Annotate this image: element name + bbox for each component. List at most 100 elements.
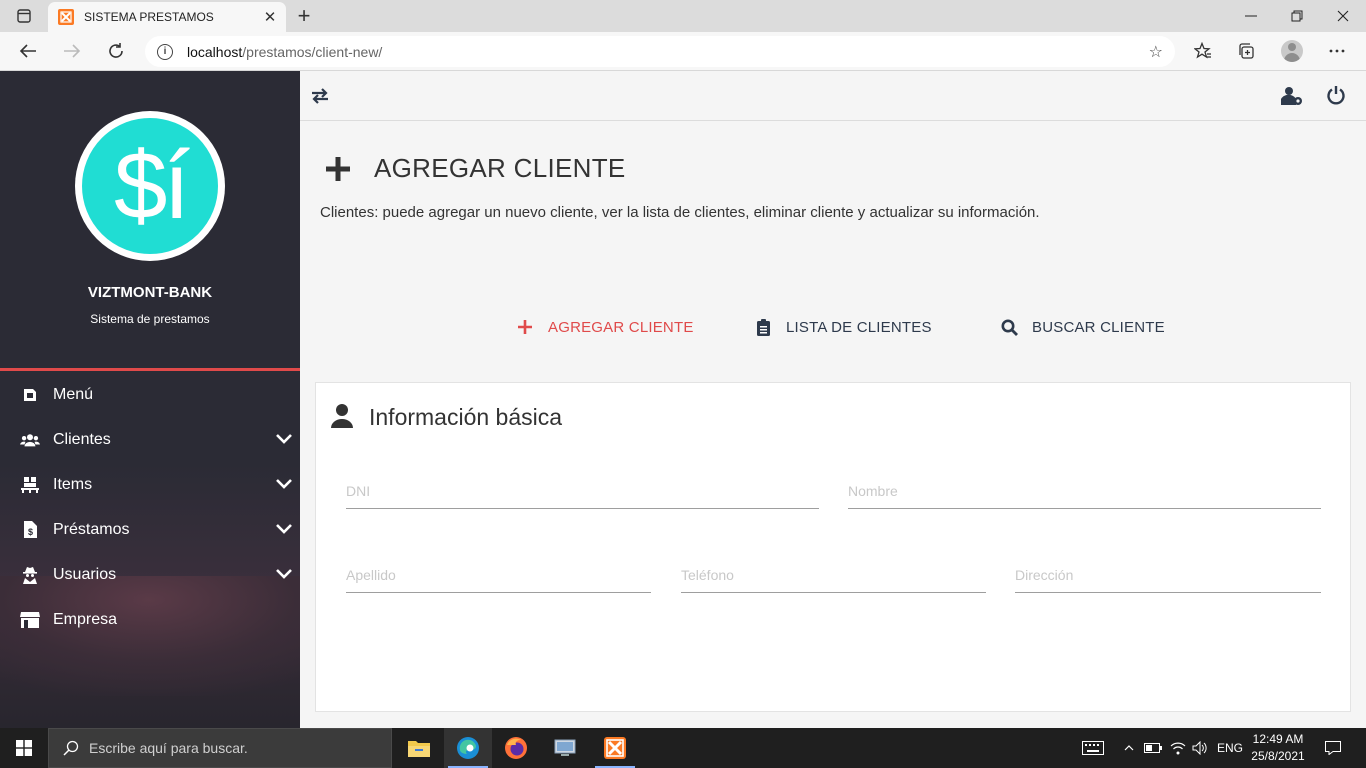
chevron-down-icon[interactable]: [274, 564, 294, 584]
taskbar-clock[interactable]: 12:49 AM 25/8/2021: [1245, 731, 1311, 765]
sidebar-item-label: Usuarios: [53, 565, 117, 583]
sidebar: $í VIZTMONT-BANK Sistema de prestamos Me…: [0, 71, 300, 728]
user-icon: [331, 404, 353, 428]
chevron-up-icon[interactable]: [1120, 728, 1138, 768]
sidebar-item-items[interactable]: Items: [0, 462, 300, 507]
users-icon: [20, 430, 40, 450]
chevron-down-icon[interactable]: [274, 519, 294, 539]
invoice-dollar-icon: $: [20, 520, 40, 540]
favorites-button[interactable]: [1188, 38, 1218, 64]
screen-app[interactable]: [541, 728, 589, 768]
action-label: BUSCAR CLIENTE: [1032, 318, 1165, 336]
settings-more-button[interactable]: [1322, 38, 1352, 64]
toggle-sidebar-exchange-icon[interactable]: [310, 86, 330, 106]
minimize-button[interactable]: [1228, 0, 1274, 32]
sidebar-item-prestamos[interactable]: $ Préstamos: [0, 507, 300, 552]
firefox-icon: [505, 737, 527, 759]
dni-input[interactable]: [346, 469, 819, 508]
folder-icon: [408, 741, 430, 757]
url-path: /prestamos/client-new/: [242, 43, 383, 60]
restore-button[interactable]: [1274, 0, 1320, 32]
edge-app[interactable]: [444, 728, 492, 768]
start-button[interactable]: [0, 728, 48, 768]
keyboard-tray-icon[interactable]: [1078, 728, 1108, 768]
dni-field: [346, 469, 819, 509]
logo-text: $í: [80, 116, 220, 256]
basic-info-card: Información básica: [315, 382, 1351, 712]
bank-logo: $í: [75, 111, 225, 261]
volume-icon[interactable]: [1190, 728, 1210, 768]
sidebar-item-label: Items: [53, 475, 93, 493]
taskbar-search-placeholder: Escribe aquí para buscar.: [89, 740, 248, 756]
pallet-icon: [20, 475, 40, 495]
address-bar[interactable]: i localhost/prestamos/client-new/ ☆: [145, 36, 1175, 67]
search-icon: [63, 740, 79, 756]
power-logout-icon[interactable]: [1326, 85, 1346, 105]
taskbar-search[interactable]: Escribe aquí para buscar.: [48, 728, 392, 768]
svg-text:$: $: [27, 527, 32, 537]
nombre-input[interactable]: [848, 469, 1321, 508]
bank-subtitle: Sistema de prestamos: [90, 312, 210, 326]
battery-icon[interactable]: [1143, 728, 1163, 768]
apellido-input[interactable]: [346, 553, 651, 592]
browser-tabbar: SISTEMA PRESTAMOS ✕ +: [0, 0, 1366, 32]
sidebar-item-clientes[interactable]: Clientes: [0, 417, 300, 462]
apellido-field: [346, 553, 651, 593]
add-favorite-icon[interactable]: ☆: [1149, 42, 1163, 62]
browser-tab[interactable]: SISTEMA PRESTAMOS ✕: [48, 2, 286, 32]
forward-button[interactable]: [57, 38, 87, 64]
edge-browser-icon: [457, 737, 479, 759]
language-indicator[interactable]: ENG: [1214, 728, 1246, 768]
url-host: localhost: [187, 43, 243, 60]
sidebar-item-label: Menú: [53, 385, 94, 403]
chevron-down-icon[interactable]: [274, 474, 294, 494]
direccion-field: [1015, 553, 1321, 593]
sidebar-item-label: Préstamos: [53, 520, 130, 538]
top-bar: [300, 71, 1366, 121]
firefox-app[interactable]: [492, 728, 540, 768]
sidebar-item-empresa[interactable]: Empresa: [0, 597, 300, 642]
file-explorer-app[interactable]: [395, 728, 443, 768]
user-settings-icon[interactable]: [1281, 86, 1303, 106]
tab-close-icon[interactable]: ✕: [258, 5, 282, 29]
page-title: AGREGAR CLIENTE: [374, 153, 626, 183]
lista-clientes-link[interactable]: LISTA DE CLIENTES: [754, 316, 932, 338]
buscar-cliente-link[interactable]: BUSCAR CLIENTE: [1000, 316, 1165, 338]
close-window-button[interactable]: [1320, 0, 1366, 32]
minimize-icon: [1245, 15, 1257, 17]
section-title: Información básica: [369, 404, 563, 430]
action-label: LISTA DE CLIENTES: [786, 318, 932, 336]
tab-title: SISTEMA PRESTAMOS: [84, 10, 214, 24]
monitor-app-icon: [554, 739, 576, 756]
collections-button[interactable]: [1231, 38, 1261, 64]
windows-logo-icon: [16, 740, 32, 756]
wifi-icon[interactable]: [1168, 728, 1188, 768]
store-icon: [20, 610, 40, 630]
tab-actions-button[interactable]: [10, 6, 38, 26]
nombre-field: [848, 469, 1321, 509]
close-icon: [1337, 10, 1349, 22]
more-dots-icon: [1329, 49, 1345, 53]
reload-button[interactable]: [101, 38, 131, 64]
sidebar-item-usuarios[interactable]: Usuarios: [0, 552, 300, 597]
sidebar-item-menu[interactable]: Menú: [0, 372, 300, 417]
new-tab-button[interactable]: +: [290, 3, 318, 28]
back-button[interactable]: [13, 38, 43, 64]
direccion-input[interactable]: [1015, 553, 1321, 592]
windows-taskbar: Escribe aquí para buscar. ENG 12:49 AM 2…: [0, 728, 1366, 768]
xampp-app[interactable]: [591, 728, 639, 768]
telefono-input[interactable]: [681, 553, 986, 592]
telefono-field: [681, 553, 986, 593]
dashboard-icon: [20, 385, 40, 405]
clipboard-list-icon: [754, 318, 772, 336]
arrow-left-icon: [19, 44, 36, 58]
info-icon[interactable]: i: [157, 43, 173, 60]
agregar-cliente-link[interactable]: AGREGAR CLIENTE: [516, 316, 694, 338]
plus-icon: [516, 318, 534, 336]
notifications-icon[interactable]: [1318, 728, 1348, 768]
tab-actions-icon: [17, 9, 31, 23]
chevron-down-icon[interactable]: [274, 429, 294, 449]
profile-avatar[interactable]: [1281, 40, 1303, 62]
restore-icon: [1291, 10, 1303, 22]
clock-date: 25/8/2021: [1251, 749, 1305, 763]
